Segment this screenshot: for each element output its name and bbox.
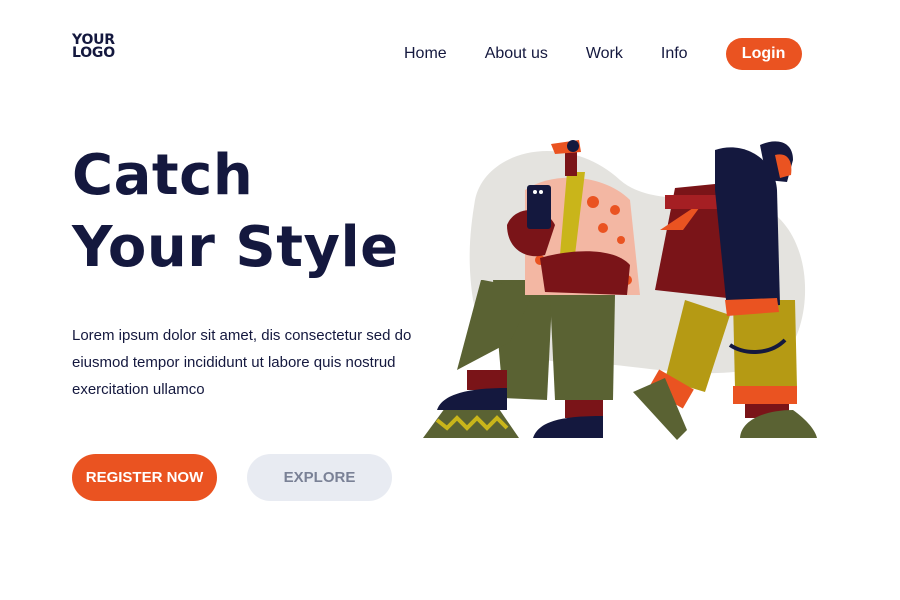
- hero-title-line-1: Catch: [72, 143, 254, 208]
- main-nav: Home About us Work Info Login: [404, 38, 802, 70]
- nav-about-us[interactable]: About us: [485, 38, 548, 70]
- logo-line-2: LOGO: [72, 45, 115, 61]
- nav-info[interactable]: Info: [661, 38, 688, 70]
- nav-work[interactable]: Work: [586, 38, 623, 70]
- hero-description: Lorem ipsum dolor sit amet, dis consecte…: [72, 327, 412, 398]
- hero-title: Catch Your Style: [72, 140, 399, 284]
- hero-illustration: [423, 140, 817, 440]
- login-button[interactable]: Login: [725, 38, 802, 70]
- phone-icon: [527, 185, 551, 229]
- explore-button[interactable]: EXPLORE: [247, 454, 392, 501]
- nav-home[interactable]: Home: [404, 38, 447, 70]
- register-now-button[interactable]: REGISTER NOW: [72, 454, 217, 501]
- logo[interactable]: YOUR LOGO: [72, 33, 115, 61]
- hero-title-line-2: Your Style: [72, 215, 399, 280]
